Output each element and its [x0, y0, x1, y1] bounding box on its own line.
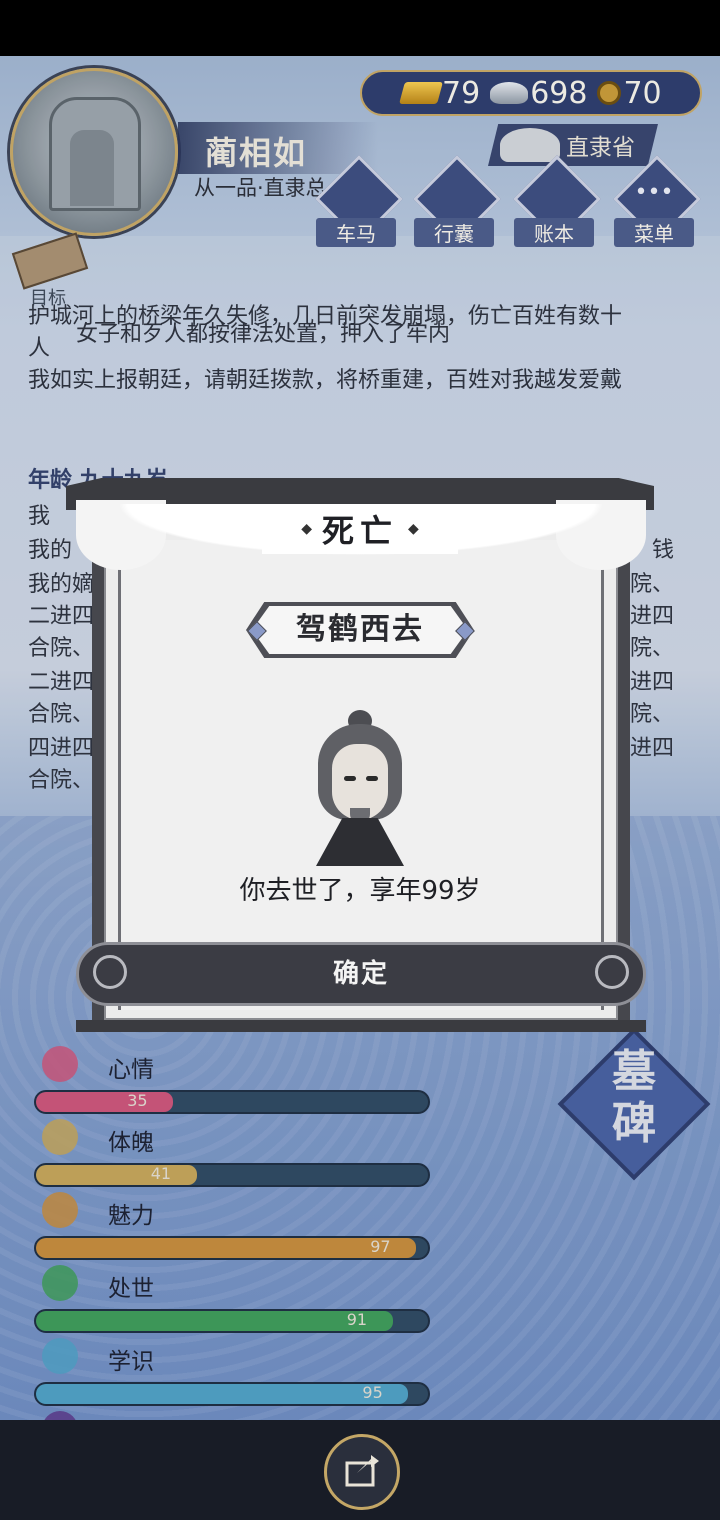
eye [344, 776, 356, 781]
dialog-title: 死亡 [321, 512, 398, 550]
confirm-button[interactable]: 确定 [76, 942, 646, 1006]
dialog-title-plate: ◆ 死亡 ◆ [262, 504, 458, 554]
confirm-label: 确定 [332, 959, 389, 989]
share-button[interactable] [324, 1434, 400, 1510]
eye [366, 776, 378, 781]
robe [316, 818, 404, 866]
status-bar [0, 0, 720, 56]
dialog-bottom-edge [76, 1020, 646, 1032]
character-portrait [312, 710, 408, 866]
share-icon [345, 1455, 379, 1487]
dialog-subtitle: 驾鹤西去 [296, 612, 424, 647]
death-message: 你去世了，享年99岁 [239, 876, 481, 906]
